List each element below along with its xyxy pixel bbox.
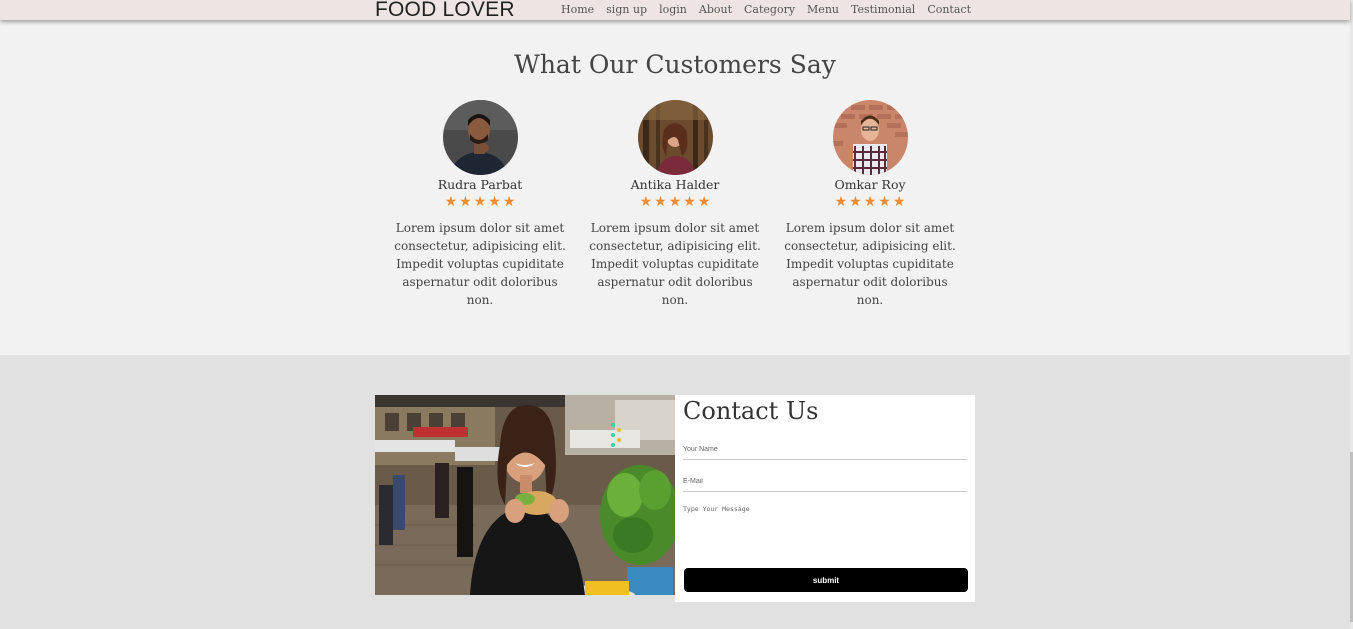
customer-name: Rudra Parbat bbox=[437, 177, 523, 192]
star-icon: ★ bbox=[654, 194, 667, 210]
contact-title: Contact Us bbox=[683, 397, 819, 425]
star-icon: ★ bbox=[834, 194, 848, 210]
star-icon: ★ bbox=[488, 194, 501, 210]
testimonial-text: Lorem ipsum dolor sit amet consectetur, … bbox=[589, 221, 761, 307]
testimonial-text: Lorem ipsum dolor sit amet consectetur, … bbox=[784, 221, 956, 307]
nav-about[interactable]: About bbox=[699, 3, 732, 16]
nav-home[interactable]: Home bbox=[561, 3, 594, 16]
star-icon: ★ bbox=[459, 194, 472, 210]
rating-stars: ★ ★ ★ ★ ★ bbox=[780, 194, 960, 210]
customer-name: Antika Halder bbox=[630, 177, 720, 192]
star-icon: ★ bbox=[502, 194, 516, 210]
testimonial-card: Antika Halder ★ ★ ★ ★ ★ Lorem ipsum dolo… bbox=[585, 100, 765, 309]
star-icon: ★ bbox=[863, 194, 877, 210]
nav-testimonial[interactable]: Testimonial bbox=[851, 3, 915, 16]
avatar bbox=[832, 100, 908, 175]
star-icon: ★ bbox=[697, 194, 711, 210]
star-icon: ★ bbox=[878, 194, 891, 210]
rating-stars: ★ ★ ★ ★ ★ bbox=[390, 194, 570, 210]
star-icon: ★ bbox=[683, 194, 696, 210]
contact-photo bbox=[375, 395, 675, 595]
contact-section: Contact Us submit bbox=[0, 355, 1350, 629]
star-icon: ★ bbox=[849, 194, 862, 210]
email-field[interactable] bbox=[683, 472, 967, 492]
main-nav: Home sign up login About Category Menu T… bbox=[561, 3, 971, 16]
rating-stars: ★ ★ ★ ★ ★ bbox=[585, 194, 765, 210]
star-icon: ★ bbox=[473, 194, 487, 210]
site-logo[interactable]: FOOD LOVER bbox=[375, 0, 515, 22]
submit-button[interactable]: submit bbox=[684, 568, 968, 592]
star-icon: ★ bbox=[444, 194, 458, 210]
star-icon: ★ bbox=[892, 194, 906, 210]
star-icon: ★ bbox=[668, 194, 682, 210]
avatar bbox=[442, 100, 518, 175]
testimonials-list: Rudra Parbat ★ ★ ★ ★ ★ Lorem ipsum dolor… bbox=[390, 100, 980, 307]
customer-name: Omkar Roy bbox=[834, 177, 906, 192]
contact-form: Contact Us submit bbox=[675, 395, 975, 602]
nav-menu[interactable]: Menu bbox=[807, 3, 839, 16]
nav-contact[interactable]: Contact bbox=[927, 3, 971, 16]
nav-category[interactable]: Category bbox=[744, 3, 795, 16]
avatar bbox=[637, 100, 713, 175]
site-header: FOOD LOVER Home sign up login About Cate… bbox=[0, 0, 1350, 22]
testimonial-card: Rudra Parbat ★ ★ ★ ★ ★ Lorem ipsum dolor… bbox=[390, 100, 570, 309]
message-field[interactable] bbox=[683, 505, 967, 563]
testimonial-card: Omkar Roy ★ ★ ★ ★ ★ Lorem ipsum dolor si… bbox=[780, 100, 960, 309]
testimonial-text: Lorem ipsum dolor sit amet consectetur, … bbox=[394, 221, 566, 307]
testimonials-title: What Our Customers Say bbox=[514, 50, 836, 79]
name-field[interactable] bbox=[683, 440, 967, 460]
nav-login[interactable]: login bbox=[659, 3, 687, 16]
nav-sign-up[interactable]: sign up bbox=[606, 3, 647, 16]
star-icon: ★ bbox=[639, 194, 653, 210]
